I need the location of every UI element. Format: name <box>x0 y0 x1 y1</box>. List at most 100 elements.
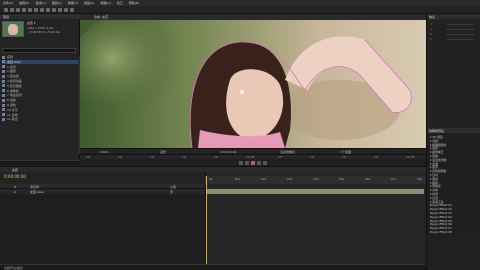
project-item[interactable]: 8 追踪 <box>2 98 78 102</box>
project-item-label: 6 摄像机 <box>7 88 19 93</box>
layer-number: 1 <box>14 189 16 194</box>
tab-info[interactable]: 信息 <box>427 14 480 19</box>
menu-item[interactable]: 编辑(E) <box>19 1 29 5</box>
project-item[interactable]: 5 稳定跟踪 <box>2 84 78 88</box>
timeline-ruler-label: 01s <box>235 177 241 181</box>
col-source-name: 源名称 <box>30 184 40 189</box>
tab-project[interactable]: 项目 <box>0 14 80 19</box>
asset-name: 女孩 ▾ <box>27 21 36 25</box>
menu-item[interactable]: 视图(V) <box>100 1 110 5</box>
text-tool-icon[interactable] <box>52 8 56 12</box>
project-item[interactable]: 4 遮罩动画 <box>2 79 78 83</box>
timecode-display[interactable]: 0:00:00:00 <box>4 174 26 179</box>
timeline-graph[interactable] <box>205 172 426 264</box>
effect-category[interactable]: Plugin Effect 08 <box>430 230 452 234</box>
composition-icon <box>2 55 5 59</box>
prev-frame-icon[interactable] <box>245 160 249 165</box>
eraser-tool-icon[interactable] <box>70 8 74 12</box>
pen-tool-icon[interactable] <box>46 8 50 12</box>
project-item[interactable]: 10 文字 <box>2 108 78 112</box>
playhead[interactable] <box>206 176 207 264</box>
tool-bar <box>0 6 480 14</box>
asset-thumbnail-subject <box>8 24 18 35</box>
composition-icon <box>2 60 5 64</box>
project-item[interactable]: 1 遮罩 <box>2 65 78 69</box>
composition-icon <box>2 84 5 88</box>
camera-tool-icon[interactable] <box>28 8 32 12</box>
timeline-ruler-label: 02s <box>261 177 267 181</box>
project-item[interactable]: 9 调色 <box>2 103 78 107</box>
info-panel: 信息 RGBA <box>426 14 480 128</box>
timeline-ruler-label: 07s <box>391 177 397 181</box>
project-search-input[interactable] <box>2 48 76 53</box>
selection-tool-icon[interactable] <box>4 8 8 12</box>
info-channel-label: G <box>430 27 433 31</box>
composition-icon <box>2 79 5 83</box>
mask-tool-icon[interactable] <box>40 8 44 12</box>
info-channel-bar <box>447 28 475 30</box>
viewer-frame <box>80 20 426 148</box>
project-item-label: 1 遮罩 <box>7 64 16 69</box>
project-item[interactable]: 3 固态层 <box>2 74 78 78</box>
menu-item[interactable]: 文件(F) <box>3 1 13 5</box>
effects-panel: 效果和预设 ▾ 3D 通道 ▾ 音频 ▾ 模糊和锐化 ▾ 通道 ▾ 颜色校正 ▾ 扭曲 ▾ … <box>426 128 480 236</box>
layer-duration-bar[interactable] <box>206 189 424 194</box>
menu-item[interactable]: 帮助(H) <box>129 1 140 5</box>
info-tab-label: 信息 <box>429 14 436 19</box>
composition-icon <box>2 65 5 69</box>
project-item[interactable]: 6 摄像机 <box>2 89 78 93</box>
project-item-label: 2 图层 <box>7 69 16 74</box>
project-item[interactable]: 11 合成 <box>2 113 78 117</box>
project-item-label: 9 调色 <box>7 103 16 107</box>
tab-composition[interactable]: 合成: 女孩 <box>94 15 108 19</box>
rotate-tool-icon[interactable] <box>22 8 26 12</box>
status-bar: 切换开关/模式 <box>0 264 426 270</box>
project-item-label: 女孩.mov <box>7 59 21 64</box>
menu-item[interactable]: 合成(C) <box>35 1 45 5</box>
composition-icon <box>2 93 5 97</box>
tab-effects[interactable]: 效果和预设 <box>427 128 480 133</box>
clone-tool-icon[interactable] <box>64 8 68 12</box>
first-frame-icon[interactable] <box>239 160 243 165</box>
timeline-header: 0:00:00:00 <box>0 172 205 184</box>
brush-tool-icon[interactable] <box>58 8 62 12</box>
status-text[interactable]: 切换开关/模式 <box>4 266 23 270</box>
col-parent: 父级 <box>170 184 177 189</box>
timeline-ruler[interactable]: 0s 01s 02s 03s 04s 05s 06s 07s 08s <box>205 176 426 184</box>
project-item[interactable]: 7 动态遮罩 <box>2 93 78 97</box>
menu-item[interactable]: 窗口 <box>117 1 123 5</box>
info-channel-bar <box>447 23 475 25</box>
composition-viewer[interactable] <box>80 20 426 148</box>
menu-item[interactable]: 动画(A) <box>84 1 94 5</box>
layer-parent[interactable]: 无 <box>170 190 173 194</box>
last-frame-icon[interactable] <box>263 160 267 165</box>
project-item-label: 10 文字 <box>7 107 18 112</box>
project-item-label: 名称 <box>7 55 14 59</box>
project-tab-label: 项目 <box>3 14 10 19</box>
pan-tool-icon[interactable] <box>34 8 38 12</box>
hand-tool-icon[interactable] <box>10 8 14 12</box>
transport-controls <box>80 159 426 166</box>
project-footer <box>0 160 80 165</box>
timeline-ruler-label: 05s <box>339 177 345 181</box>
composition-icon <box>2 74 5 78</box>
composition-icon <box>2 113 5 117</box>
project-item-label: 4 遮罩动画 <box>7 79 22 83</box>
play-icon[interactable] <box>251 160 255 165</box>
project-item-label: 5 稳定跟踪 <box>7 83 22 88</box>
project-item[interactable]: 12 输出 <box>2 117 78 121</box>
zoom-tool-icon[interactable] <box>16 8 20 12</box>
next-frame-icon[interactable] <box>257 160 261 165</box>
menu-item[interactable]: 图层(L) <box>52 1 62 5</box>
project-item-label: 12 输出 <box>7 117 18 122</box>
info-channel-label: B <box>430 32 432 36</box>
project-item-label: 3 固态层 <box>7 74 19 79</box>
menu-item[interactable]: 效果(T) <box>68 1 78 5</box>
effects-tab-label: 效果和预设 <box>429 128 445 133</box>
project-item[interactable]: 2 图层 <box>2 69 78 73</box>
timeline-ruler-label: 03s <box>287 177 293 181</box>
project-item[interactable]: 名称 <box>2 55 78 59</box>
timeline-ruler-label: 06s <box>365 177 371 181</box>
timeline-ruler-label: 04s <box>313 177 319 181</box>
project-item[interactable]: 女孩.mov <box>2 59 78 65</box>
